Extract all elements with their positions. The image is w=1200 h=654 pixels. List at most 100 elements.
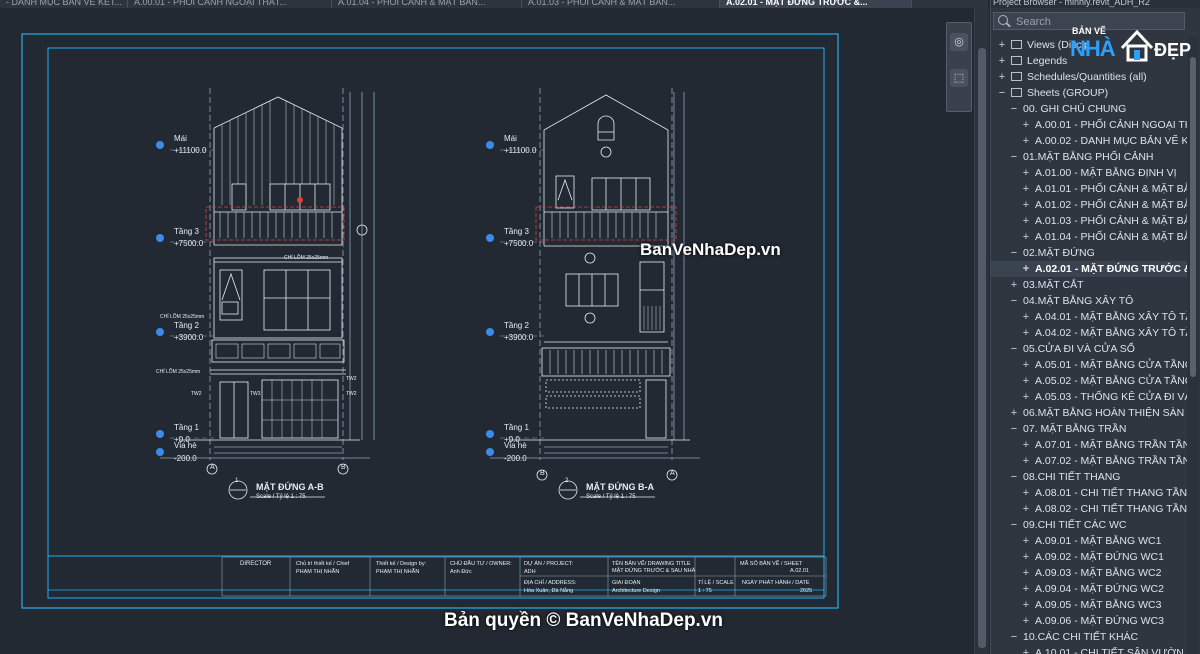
expand-icon[interactable]: + [997,69,1007,85]
view-number: 2 [565,478,569,484]
expand-icon[interactable]: + [1021,485,1031,501]
expand-icon[interactable]: + [1021,117,1031,133]
view-tab-1[interactable]: A.00.01 - PHỐI CẢNH NGOẠI THẤT... [128,0,332,8]
browser-item[interactable]: + A.01.01 - PHỐI CẢNH & MẶT BẰNG [991,181,1187,197]
browser-item[interactable]: −07. MẶT BẰNG TRẦN [991,421,1187,437]
collapse-icon[interactable]: − [1009,101,1019,117]
expand-icon[interactable]: + [1021,213,1031,229]
expand-icon[interactable]: + [1009,277,1019,293]
expand-icon[interactable]: + [1021,325,1031,341]
level-elevation: +3900.0 [174,333,204,342]
browser-item[interactable]: + A.04.02 - MẶT BẰNG XÂY TÔ TẦNG [991,325,1187,341]
browser-item[interactable]: + A.09.01 - MẶT BẰNG WC1 [991,533,1187,549]
expand-icon[interactable]: + [1021,533,1031,549]
browser-item[interactable]: −05.CỬA ĐI VÀ CỬA SỔ [991,341,1187,357]
expand-icon[interactable]: + [1021,549,1031,565]
collapse-icon[interactable]: − [997,85,1007,101]
expand-icon[interactable]: + [1021,373,1031,389]
browser-scrollbar[interactable] [1187,37,1199,654]
browser-item[interactable]: +03.MẶT CẮT [991,277,1187,293]
browser-item[interactable]: + A.02.01 - MẶT ĐỨNG TRƯỚC & SAU [991,261,1187,277]
expand-icon[interactable]: + [1021,197,1031,213]
expand-icon[interactable]: + [1021,597,1031,613]
browser-item[interactable]: − Sheets (GROUP) [991,85,1187,101]
browser-item-label: A.01.01 - PHỐI CẢNH & MẶT BẰNG [1035,183,1187,195]
browser-item[interactable]: + A.01.03 - PHỐI CẢNH & MẶT BẰNG [991,213,1187,229]
collapse-icon[interactable]: − [1009,341,1019,357]
browser-item[interactable]: + A.07.02 - MẶT BẰNG TRẦN TẦNG 3 [991,453,1187,469]
expand-icon[interactable]: + [1021,165,1031,181]
expand-icon[interactable]: + [1021,309,1031,325]
browser-item[interactable]: −09.CHI TIẾT CÁC WC [991,517,1187,533]
browser-item[interactable]: + A.05.01 - MẶT BẰNG CỬA TẦNG 1-2 [991,357,1187,373]
expand-icon[interactable]: + [1021,645,1031,654]
browser-item[interactable]: + A.08.02 - CHI TIẾT THANG TẦNG 2- [991,501,1187,517]
browser-item[interactable]: + A.10.01 - CHI TIẾT SÂN VƯỜN [991,645,1187,654]
browser-item[interactable]: + A.05.02 - MẶT BẰNG CỬA TẦNG 3-1 [991,373,1187,389]
browser-item-label: A.05.01 - MẶT BẰNG CỬA TẦNG 1-2 [1035,359,1187,371]
browser-item[interactable]: + A.09.05 - MẶT BẰNG WC3 [991,597,1187,613]
steering-wheel-icon[interactable]: ◎ [950,33,968,51]
collapse-icon[interactable]: − [1009,293,1019,309]
browser-item[interactable]: + A.09.03 - MẶT BẰNG WC2 [991,565,1187,581]
expand-icon[interactable]: + [1021,581,1031,597]
browser-item[interactable]: + A.01.04 - PHỐI CẢNH & MẶT BẰNG [991,229,1187,245]
logo-top-text: BẢN VẼ [1072,26,1107,36]
browser-item-label: Legends [1027,55,1068,67]
collapse-icon[interactable]: − [1009,629,1019,645]
expand-icon[interactable]: + [997,53,1007,69]
browser-item[interactable]: + A.09.04 - MẶT ĐỨNG WC2 [991,581,1187,597]
expand-icon[interactable]: + [1021,181,1031,197]
navigation-bar[interactable]: ◎ ⬚ [946,22,972,112]
expand-icon[interactable]: + [997,37,1007,53]
zoom-region-icon[interactable]: ⬚ [950,69,968,87]
browser-item[interactable]: + Schedules/Quantities (all) [991,69,1187,85]
browser-item[interactable]: + A.01.02 - PHỐI CẢNH & MẶT BẰNG [991,197,1187,213]
browser-item[interactable]: −02.MẶT ĐỨNG [991,245,1187,261]
expand-icon[interactable]: + [1021,261,1031,277]
collapse-icon[interactable]: − [1009,149,1019,165]
expand-icon[interactable]: + [1021,389,1031,405]
view-tab-strip: - DANH MỤC BẢN VẼ KẾT... A.00.01 - PHỐI C… [0,0,988,8]
expand-icon[interactable]: + [1021,357,1031,373]
view-tab-0[interactable]: - DANH MỤC BẢN VẼ KẾT... [0,0,128,8]
expand-icon[interactable]: + [1009,405,1019,421]
browser-item-label: A.09.01 - MẶT BẰNG WC1 [1035,535,1162,547]
drawing-canvas[interactable]: Mái +11100.0 Tầng 3 +7500.0 Tầng 2 +3900.0 Tần… [0,8,972,654]
browser-item[interactable]: + A.00.02 - DANH MỤC BẢN VẼ KIẾN TRÚ [991,133,1187,149]
schedule-icon [1011,72,1022,81]
collapse-icon[interactable]: − [1009,469,1019,485]
view-tab-4[interactable]: A.02.01 - MẶT ĐỨNG TRƯỚC &... [720,0,912,8]
browser-item[interactable]: −10.CÁC CHI TIẾT KHÁC [991,629,1187,645]
browser-item[interactable]: + A.07.01 - MẶT BẰNG TRẦN TẦNG 1- [991,437,1187,453]
collapse-icon[interactable]: − [1009,421,1019,437]
browser-item[interactable]: +06.MẶT BẰNG HOÀN THIỆN SÀN [991,405,1187,421]
view-tab-3[interactable]: A.01.03 - PHỐI CẢNH & MẶT BẰN... [522,0,720,8]
browser-item[interactable]: + A.01.00 - MẶT BẰNG ĐỊNH VỊ [991,165,1187,181]
view-tab-2[interactable]: A.01.04 - PHỐI CẢNH & MẶT BẰN... [332,0,522,8]
expand-icon[interactable]: + [1021,453,1031,469]
browser-item[interactable]: + A.05.03 - THỐNG KÊ CỬA ĐI VÀ LOU [991,389,1187,405]
expand-icon[interactable]: + [1021,501,1031,517]
browser-item[interactable]: + A.08.01 - CHI TIẾT THANG TẦNG 1- [991,485,1187,501]
browser-item[interactable]: + A.09.02 - MẶT ĐỨNG WC1 [991,549,1187,565]
collapse-icon[interactable]: − [1009,245,1019,261]
browser-item[interactable]: −00. GHI CHÚ CHUNG [991,101,1187,117]
expand-icon[interactable]: + [1021,565,1031,581]
expand-icon[interactable]: + [1021,437,1031,453]
collapse-icon[interactable]: − [1009,517,1019,533]
browser-item[interactable]: −01.MẶT BẰNG PHỐI CẢNH [991,149,1187,165]
browser-scroll-thumb[interactable] [1190,57,1196,377]
browser-item[interactable]: + A.00.01 - PHỐI CẢNH NGOẠI THẤT-... [991,117,1187,133]
browser-item[interactable]: + A.04.01 - MẶT BẰNG XÂY TÔ TẦNG [991,309,1187,325]
browser-item[interactable]: + A.09.06 - MẶT ĐỨNG WC3 [991,613,1187,629]
browser-item[interactable]: −08.CHI TIẾT THANG [991,469,1187,485]
browser-item[interactable]: −04.MẶT BẰNG XÂY TÔ [991,293,1187,309]
expand-icon[interactable]: + [1021,229,1031,245]
expand-icon[interactable]: + [1021,613,1031,629]
expand-icon[interactable]: + [1021,133,1031,149]
canvas-scroll-thumb[interactable] [978,48,986,648]
browser-item-label: A.07.01 - MẶT BẰNG TRẦN TẦNG 1- [1035,439,1187,451]
tb-owner-label: CHỦ ĐẦU TƯ / OWNER: [450,561,512,567]
canvas-vertical-scrollbar[interactable] [974,8,989,654]
